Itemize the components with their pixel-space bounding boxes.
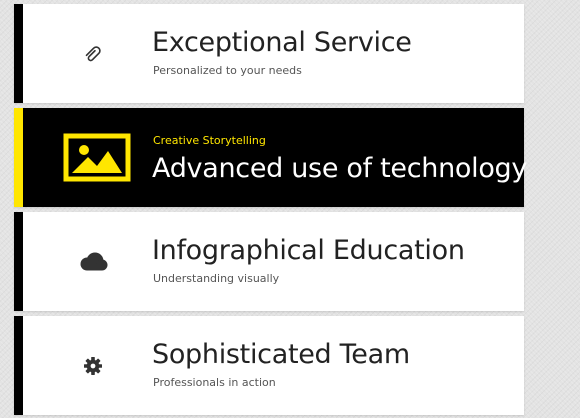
- feature-eyebrow: Creative Storytelling: [153, 134, 266, 147]
- feature-title: Exceptional Service: [152, 27, 412, 58]
- feature-item-advanced-technology[interactable]: Creative Storytelling Advanced use of te…: [14, 108, 528, 207]
- feature-item-infographical-education[interactable]: Infographical Education Understanding vi…: [14, 212, 524, 311]
- feature-subtitle: Professionals in action: [153, 376, 276, 389]
- paperclip-icon: [78, 42, 108, 66]
- cloud-icon: [78, 250, 108, 274]
- feature-list: Exceptional Service Personalized to your…: [14, 4, 528, 415]
- feature-subtitle: Understanding visually: [153, 272, 280, 285]
- feature-subtitle: Personalized to your needs: [153, 64, 302, 77]
- gear-icon: [78, 354, 108, 378]
- image-icon: [63, 133, 131, 182]
- feature-title: Sophisticated Team: [152, 339, 410, 370]
- feature-title: Infographical Education: [152, 235, 465, 266]
- feature-title: Advanced use of technology: [152, 153, 528, 184]
- feature-item-sophisticated-team[interactable]: Sophisticated Team Professionals in acti…: [14, 316, 524, 415]
- feature-item-exceptional-service[interactable]: Exceptional Service Personalized to your…: [14, 4, 524, 103]
